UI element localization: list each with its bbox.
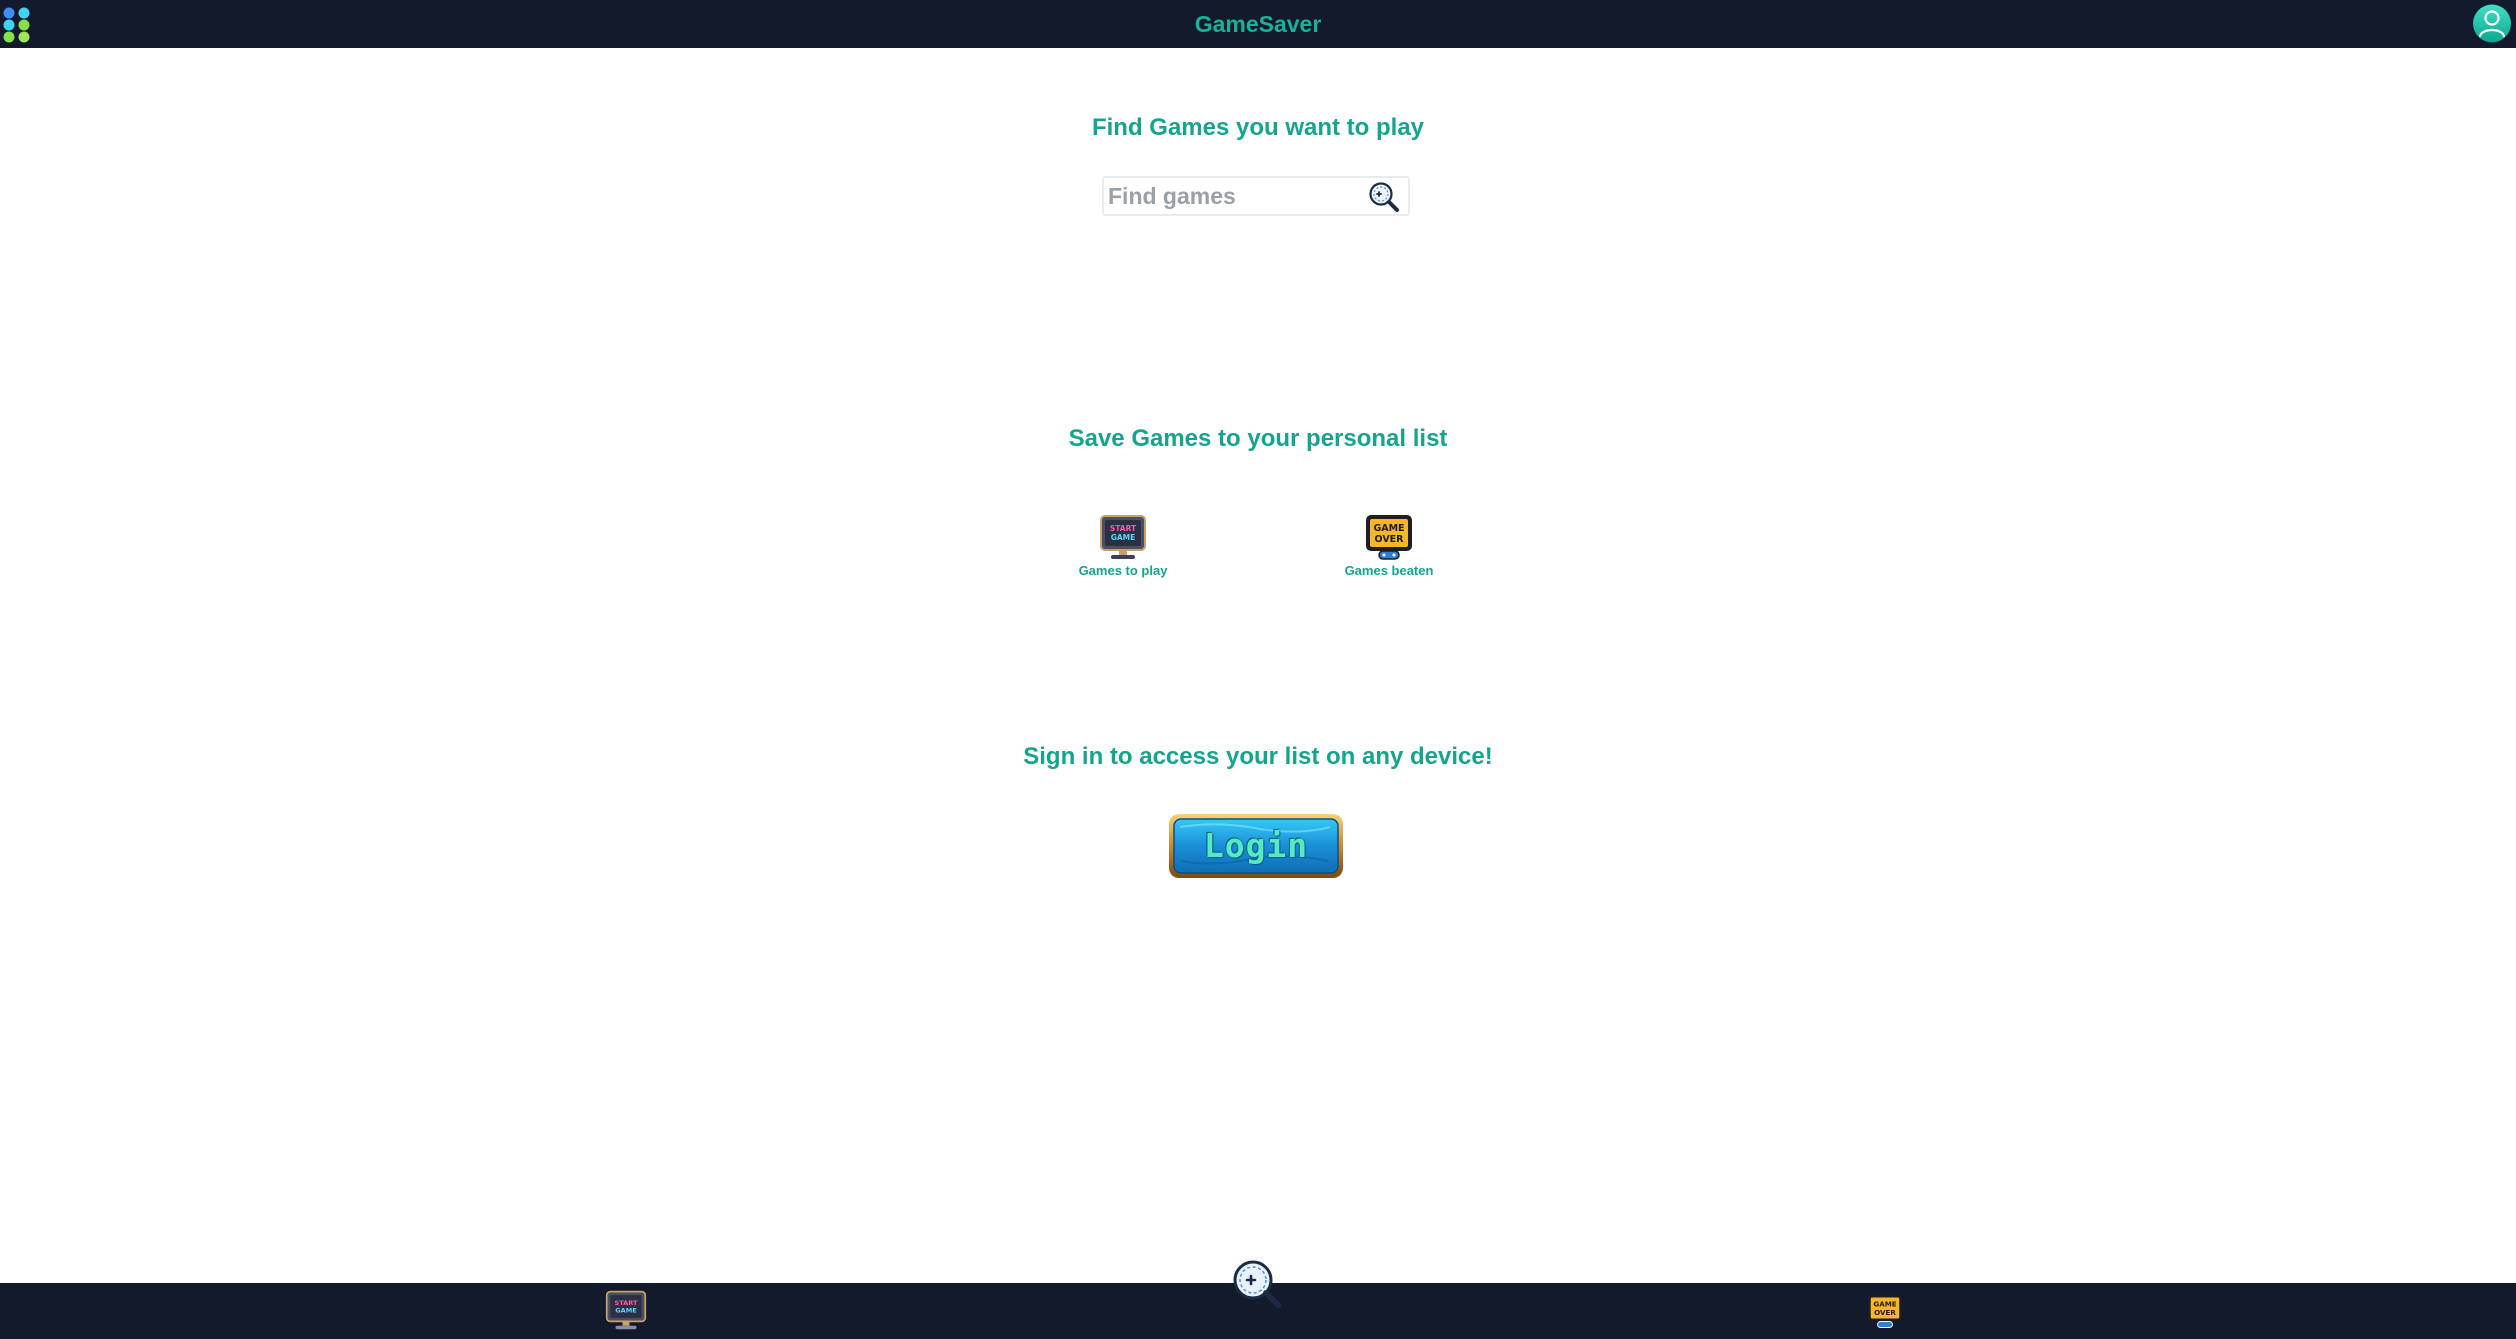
search-bar <box>1102 176 1410 216</box>
svg-text:GAME: GAME <box>1373 523 1404 534</box>
search-heading: Find Games you want to play <box>1091 114 1425 141</box>
svg-text:START: START <box>1110 524 1137 533</box>
magnifier-icon <box>1233 1260 1281 1308</box>
games-beaten-label: Games beaten <box>1344 563 1434 578</box>
start-game-icon: START GAME <box>1100 515 1146 559</box>
nav-games-beaten[interactable]: GAME OVER <box>1866 1293 1904 1329</box>
svg-text:GAME: GAME <box>1111 533 1136 542</box>
svg-text:START: START <box>615 1299 638 1307</box>
app-title: GameSaver <box>1194 11 1322 37</box>
svg-text:OVER: OVER <box>1375 534 1405 545</box>
games-to-play-label: Games to play <box>1078 563 1168 578</box>
login-button[interactable]: Login <box>1168 813 1344 879</box>
nav-search[interactable] <box>1230 1258 1284 1312</box>
user-icon[interactable] <box>2472 3 2512 44</box>
nav-games-to-play[interactable]: START GAME <box>605 1289 647 1331</box>
app-grid-icon[interactable] <box>2 4 32 44</box>
game-over-icon: GAME OVER <box>1366 515 1412 560</box>
svg-text:GAME: GAME <box>615 1307 636 1315</box>
magnifier-icon <box>1369 182 1399 212</box>
games-beaten-tile[interactable]: GAME OVER Games beaten <box>1329 513 1449 583</box>
games-to-play-tile[interactable]: START GAME Games to play <box>1063 513 1183 583</box>
top-bar: GameSaver <box>0 0 2516 48</box>
search-input[interactable] <box>1108 181 1360 211</box>
search-button[interactable] <box>1366 179 1402 215</box>
svg-text:OVER: OVER <box>1874 1308 1896 1317</box>
login-label: Login <box>1203 826 1309 865</box>
game-over-icon: GAME OVER <box>1868 1295 1902 1328</box>
lists-heading: Save Games to your personal list <box>1068 425 1448 452</box>
signin-heading: Sign in to access your list on any devic… <box>1023 743 1493 770</box>
start-game-icon: START GAME <box>605 1290 647 1330</box>
